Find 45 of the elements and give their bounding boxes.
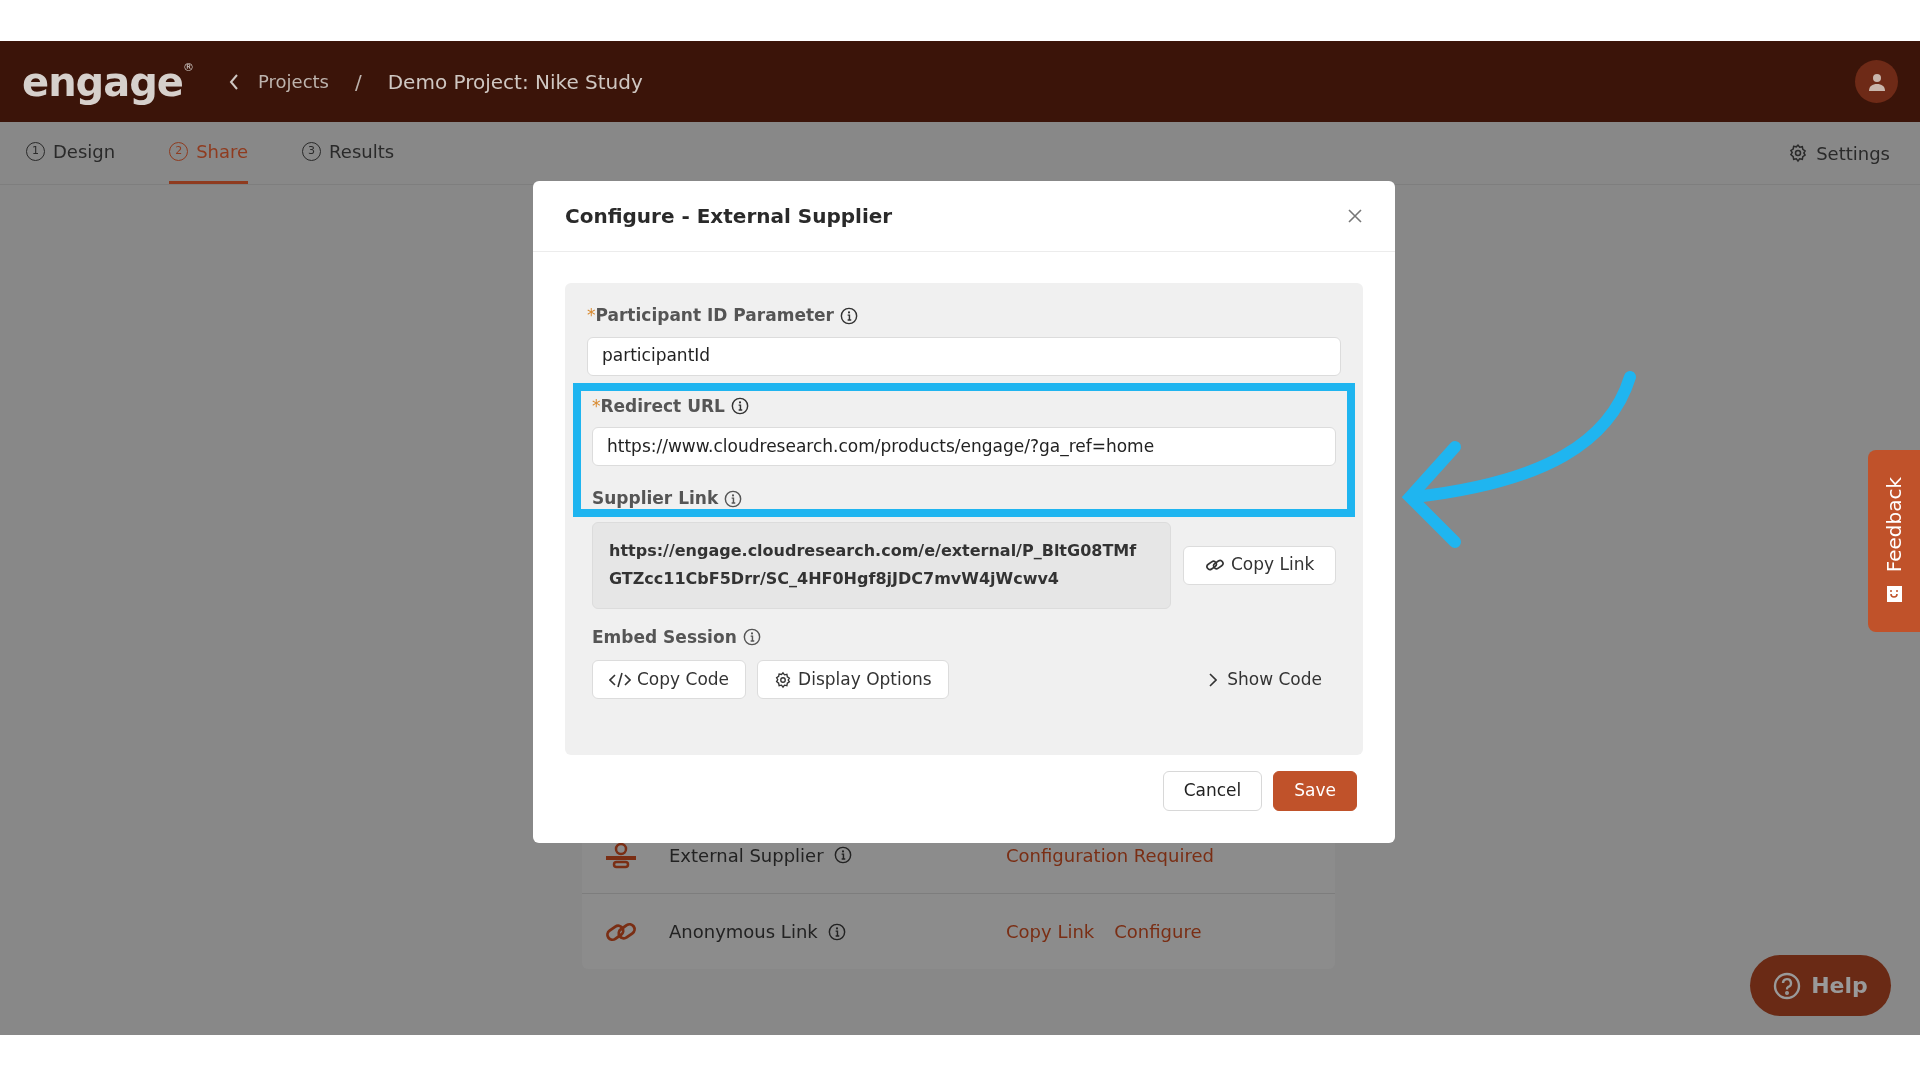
registered-mark: ® xyxy=(183,61,194,73)
dialog-button[interactable]: Cancel xyxy=(1162,771,1263,811)
tab[interactable]: 3 Results xyxy=(302,122,395,184)
copy-link-button[interactable]: Copy Link xyxy=(1183,545,1336,585)
field-label: Redirect URL xyxy=(600,394,725,418)
embed-option-button[interactable]: Copy Code xyxy=(592,660,747,699)
tab[interactable]: 1 Design xyxy=(26,122,116,184)
feedback-tab[interactable]: Feedback xyxy=(1868,450,1920,632)
share-row-label: External Supplier xyxy=(669,843,824,868)
text-input[interactable]: participantId xyxy=(587,336,1341,376)
field-label: Participant ID Parameter xyxy=(595,304,834,327)
share-row-label: Anonymous Link xyxy=(669,920,818,944)
code-icon xyxy=(609,671,631,688)
required-mark: * xyxy=(592,394,601,418)
field-label: Supplier Link xyxy=(592,487,719,510)
info-icon xyxy=(730,397,749,416)
close-icon[interactable] xyxy=(1347,208,1363,224)
help-button[interactable]: Help xyxy=(1750,955,1891,1016)
settings-icon xyxy=(1788,143,1809,163)
required-mark: * xyxy=(587,304,596,327)
info-icon xyxy=(724,489,743,508)
avatar-button[interactable] xyxy=(1855,60,1898,103)
breadcrumb-link[interactable]: Projects xyxy=(258,68,329,95)
help-icon xyxy=(1773,971,1802,1000)
dialog-title: Configure - External Supplier xyxy=(565,203,893,230)
back-chevron-icon[interactable] xyxy=(228,72,240,91)
info-icon xyxy=(833,846,852,864)
text-input[interactable]: https://www.cloudresearch.com/products/engage/?ga_ref=home xyxy=(592,427,1336,466)
show-code-toggle[interactable]: Show Code xyxy=(1209,666,1322,693)
chevron-right-icon xyxy=(1209,672,1218,687)
action-link[interactable]: Configure xyxy=(1114,918,1202,945)
info-icon xyxy=(742,628,761,647)
settings-icon xyxy=(774,670,793,689)
action-link[interactable]: Configuration Required xyxy=(1006,841,1214,869)
supplier-link-url: https://engage.cloudresearch.com/e/external/P_BltG08TMfGTZcc11CbF5Drr/SC_4HF0Hgf8jJDC7mvW4jWcwv4 xyxy=(609,540,1138,590)
action-link[interactable]: Copy Link xyxy=(1006,918,1095,945)
info-icon xyxy=(840,306,858,325)
field-label: Embed Session xyxy=(592,625,737,649)
dialog-button[interactable]: Save xyxy=(1273,771,1357,811)
info-icon xyxy=(827,922,846,941)
settings-button[interactable]: Settings xyxy=(1788,122,1890,184)
breadcrumb-separator: / xyxy=(354,68,362,96)
person-icon xyxy=(1866,71,1887,92)
smiley-icon xyxy=(1884,584,1904,605)
embed-option-button[interactable]: Display Options xyxy=(757,660,949,699)
